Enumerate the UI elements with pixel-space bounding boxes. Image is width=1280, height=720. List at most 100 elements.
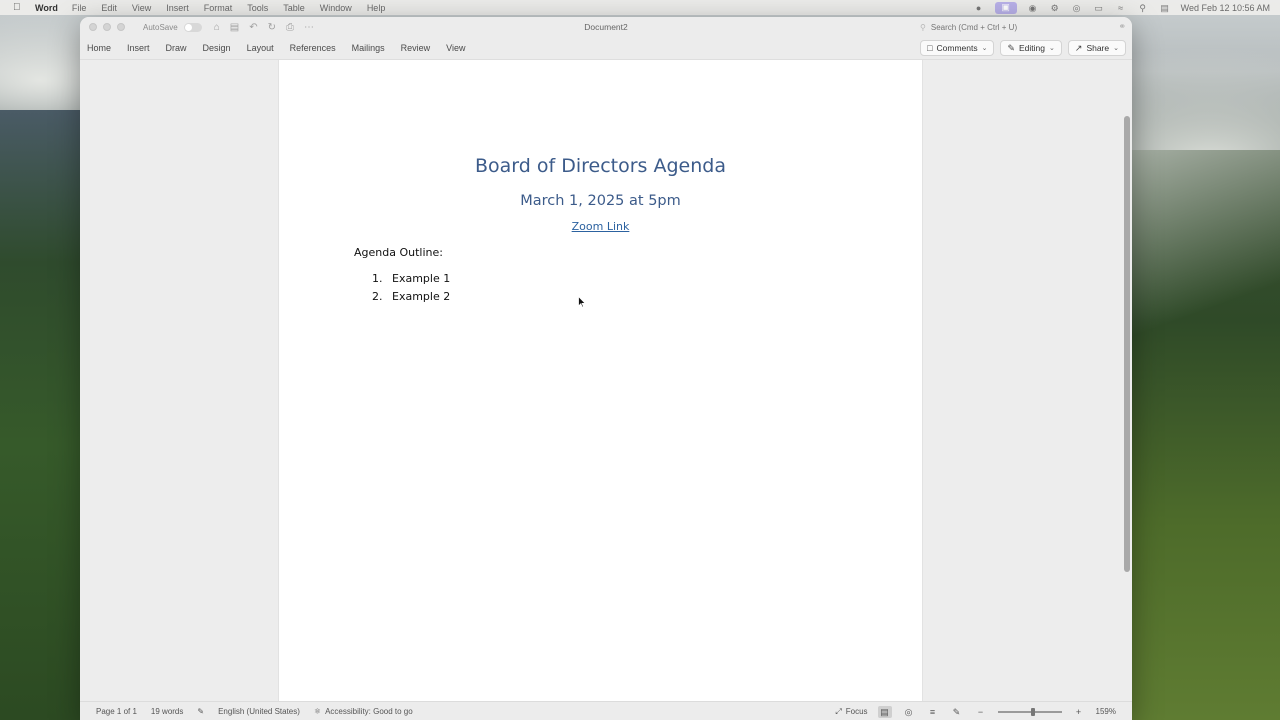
ribbon-tabs-bar: Home Insert Draw Design Layout Reference… (80, 37, 1132, 60)
menu-edit[interactable]: Edit (101, 3, 117, 13)
list-item-number: 2. (372, 290, 383, 303)
list-item-text: Example 2 (392, 290, 451, 303)
settings-icon[interactable]: ⚙ (1049, 3, 1061, 13)
zoom-slider[interactable] (997, 707, 1062, 716)
search-icon: ⚲ (920, 22, 926, 32)
wallpaper-hill-left (0, 110, 82, 720)
chevron-down-icon: ⌄ (981, 45, 988, 52)
editing-button[interactable]: ✎ Editing ⌄ (1000, 40, 1062, 56)
language-indicator[interactable]: English (United States) (218, 707, 300, 716)
word-count[interactable]: 19 words (151, 707, 183, 716)
menu-help[interactable]: Help (367, 3, 386, 13)
focus-icon: ⤢ (835, 706, 842, 716)
menu-bar-clock[interactable]: Wed Feb 12 10:56 AM (1181, 3, 1270, 13)
apple-icon[interactable]:  (13, 2, 25, 13)
outline-view-icon[interactable]: ≡ (926, 706, 940, 718)
mouse-pointer-icon (578, 296, 586, 308)
tab-insert[interactable]: Insert (127, 43, 150, 53)
draft-view-icon[interactable]: ✎ (950, 706, 964, 718)
focus-label: Focus (845, 707, 868, 716)
zoom-button[interactable] (117, 23, 125, 31)
minimize-button[interactable] (103, 23, 111, 31)
zoom-link[interactable]: Zoom Link (572, 220, 630, 233)
search-input[interactable] (930, 22, 1081, 32)
ribbon-tabs: Home Insert Draw Design Layout Reference… (87, 43, 482, 53)
quick-access-toolbar: ⌂ ▤ ↶ ↻ ⎙ ⋯ (214, 22, 314, 33)
list-item-text: Example 1 (392, 272, 451, 285)
share-button[interactable]: ↗ Share ⌄ (1067, 40, 1126, 56)
list-item-number: 1. (372, 272, 383, 285)
chevron-down-icon: ⌄ (1049, 45, 1055, 52)
battery-icon[interactable]: ▭ (1093, 3, 1105, 13)
menu-tools[interactable]: Tools (247, 3, 268, 13)
tab-mailings[interactable]: Mailings (352, 43, 385, 53)
agenda-outline-label[interactable]: Agenda Outline: (354, 246, 443, 259)
focus-button[interactable]: ⤢ Focus (835, 707, 867, 717)
zoom-link-paragraph: Zoom Link (279, 220, 922, 233)
wifi-icon[interactable]: ≈ (1115, 3, 1127, 13)
speech-bubble-icon: □ (927, 43, 933, 53)
pencil-icon: ✎ (1007, 42, 1016, 53)
web-layout-icon[interactable]: ◎ (902, 706, 916, 718)
zoom-in-button[interactable]: + (1072, 706, 1086, 718)
share-label: Share (1086, 43, 1110, 53)
document-subheading[interactable]: March 1, 2025 at 5pm (279, 193, 922, 209)
autosave-label: AutoSave (143, 22, 178, 32)
menu-format[interactable]: Format (204, 3, 233, 13)
more-options-icon[interactable]: ⋯ (304, 22, 314, 33)
autosave-toggle[interactable] (183, 22, 202, 32)
menu-window[interactable]: Window (320, 3, 352, 13)
app-menu-icon[interactable]: ◉ (1027, 3, 1039, 13)
tab-draw[interactable]: Draw (166, 43, 187, 53)
list-item[interactable]: 2. Example 2 (372, 290, 450, 308)
accessibility-label: Accessibility: Good to go (325, 706, 413, 716)
menu-insert[interactable]: Insert (166, 3, 189, 13)
screen-record-icon[interactable]: ▣ (994, 1, 1017, 14)
agenda-list: 1. Example 1 2. Example 2 (372, 272, 450, 308)
ribbon-actions: □ Comments ⌄ ✎ Editing ⌄ ↗ Share ⌄ (920, 40, 1126, 56)
tab-home[interactable]: Home (87, 43, 111, 53)
proofing-icon[interactable]: ✎ (197, 707, 204, 716)
list-item[interactable]: 1. Example 1 (372, 272, 450, 290)
editing-label: Editing (1019, 43, 1046, 53)
vertical-scrollbar[interactable] (1124, 116, 1130, 572)
tab-review[interactable]: Review (401, 43, 431, 53)
tab-layout[interactable]: Layout (247, 43, 274, 53)
tab-view[interactable]: View (446, 43, 465, 53)
document-heading[interactable]: Board of Directors Agenda (279, 155, 922, 177)
menu-file[interactable]: File (72, 3, 87, 13)
status-bar: Page 1 of 1 19 words ✎ English (United S… (80, 701, 1132, 720)
window-controls (89, 23, 125, 31)
chevron-down-icon: ⌄ (1113, 45, 1119, 52)
print-layout-icon[interactable]: ▤ (877, 705, 892, 718)
redo-icon[interactable]: ↻ (268, 22, 276, 33)
document-canvas[interactable]: Board of Directors Agenda March 1, 2025 … (80, 60, 1132, 708)
search-box: ⚲ (916, 20, 1112, 34)
comments-button[interactable]: □ Comments ⌄ (920, 40, 995, 56)
accessibility-status[interactable]: ⚛ Accessibility: Good to go (314, 707, 413, 716)
zoom-level[interactable]: 159% (1096, 707, 1116, 716)
home-icon[interactable]: ⌂ (214, 22, 220, 33)
menu-view[interactable]: View (132, 3, 151, 13)
wallpaper-hill-right (1130, 150, 1280, 720)
control-center-icon[interactable]: ▤ (1159, 3, 1171, 13)
menu-bar-status-area: ● ▣ ◉ ⚙ ◎ ▭ ≈ ⚲ ▤ Wed Feb 12 10:56 AM (973, 0, 1270, 15)
spotlight-icon[interactable]: ⚲ (1137, 3, 1149, 13)
save-icon[interactable]: ▤ (230, 22, 239, 33)
close-button[interactable] (89, 23, 97, 31)
link-icon[interactable]: ⚭ (1118, 21, 1126, 32)
zoom-out-button[interactable]: − (974, 706, 988, 718)
undo-icon[interactable]: ↶ (249, 22, 257, 33)
menu-table[interactable]: Table (283, 3, 305, 13)
print-icon[interactable]: ⎙ (286, 22, 294, 33)
document-page[interactable]: Board of Directors Agenda March 1, 2025 … (278, 60, 923, 708)
title-bar: AutoSave ⌂ ▤ ↶ ↻ ⎙ ⋯ Document2 ⚲ ⚭ (80, 17, 1132, 37)
tab-references[interactable]: References (290, 43, 336, 53)
menu-app-name[interactable]: Word (35, 3, 58, 13)
tab-design[interactable]: Design (203, 43, 231, 53)
menu-bar:  Word File Edit View Insert Format Tool… (0, 0, 1280, 15)
autosave-control: AutoSave (143, 22, 202, 32)
microphone-icon[interactable]: ● (973, 3, 985, 13)
page-count[interactable]: Page 1 of 1 (96, 707, 137, 716)
extension-icon[interactable]: ◎ (1071, 3, 1083, 13)
